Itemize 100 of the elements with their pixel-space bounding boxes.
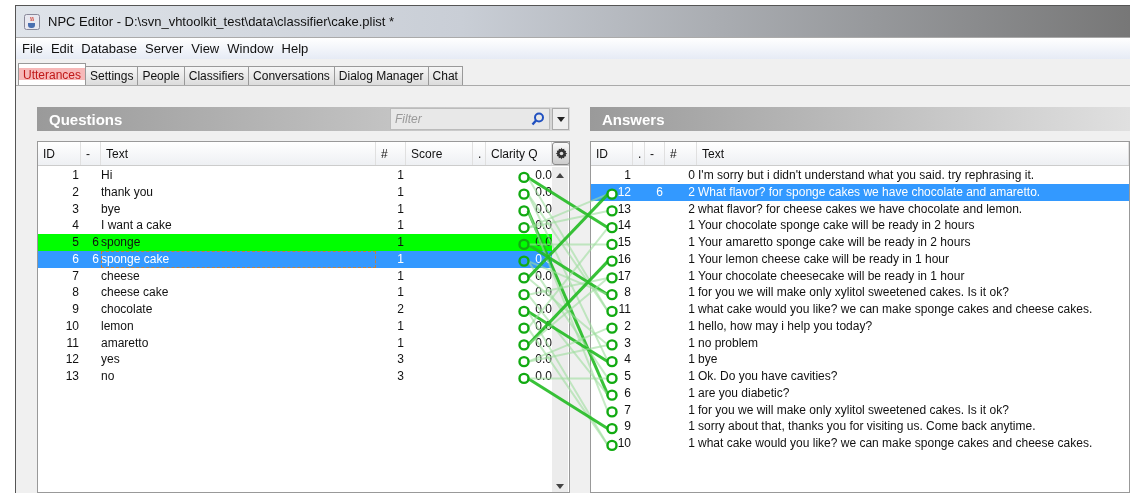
count-cell-text: 1 (687, 368, 696, 385)
clarity-cell-text: 0.0 (534, 351, 552, 368)
text-cell-text: lemon (101, 317, 135, 335)
column-header[interactable]: ID (38, 142, 81, 165)
id-cell-text: 11 (617, 301, 632, 318)
id-cell-text: 17 (616, 267, 632, 285)
answer-row[interactable]: 6 1 are you diabetic? (591, 384, 1129, 402)
text-cell-text: Ok. Do you have cavities? (697, 368, 839, 385)
text-cell-text: amaretto (101, 334, 150, 352)
menu-item[interactable]: Window (223, 41, 278, 56)
count-cell-text: 1 (687, 435, 696, 452)
question-row[interactable]: 7 cheese 1 0.0 (38, 267, 552, 285)
question-row[interactable]: 1 Hi 1 0.0 (38, 167, 552, 184)
menu-item[interactable]: Edit (46, 41, 78, 56)
count-cell-text: 1 (687, 334, 696, 352)
text-cell-text: thank you (101, 183, 155, 201)
count-cell-text: 3 (396, 351, 405, 368)
question-row[interactable]: 5 6 sponge 1 0.0 (38, 234, 552, 251)
menu-item[interactable]: View (187, 41, 224, 56)
answer-row[interactable]: 11 1 what cake would you like? we can make sponge cakes and cheese cakes. (591, 301, 1129, 318)
answer-row[interactable]: 13 2 what flavor? for cheese cakes we have chocolate and lemon. (591, 200, 1129, 218)
tab[interactable]: Conversations (248, 66, 335, 85)
column-header[interactable]: # (376, 142, 406, 165)
answer-row[interactable]: 9 1 sorry about that, thanks you for visiting us. Come back anytime. (591, 418, 1129, 435)
id-cell-text: 5 (71, 234, 80, 251)
count-cell-text: 1 (396, 217, 405, 234)
column-header[interactable]: . (633, 142, 645, 165)
text-cell-text: sorry about that, thanks you for visiting us. Come back anytime. (697, 418, 1037, 435)
count-cell-text: 1 (687, 267, 696, 285)
question-row[interactable]: 12 yes 3 0.0 (38, 351, 552, 368)
id-cell-text: 14 (616, 217, 632, 234)
id-cell-text: 3 (71, 200, 80, 218)
filter-field[interactable]: Filter (390, 108, 550, 130)
question-row[interactable]: 13 no 3 0.0 (38, 368, 552, 385)
clarity-cell-text: 0.0 (534, 301, 552, 318)
clarity-cell-text: 0.0 (534, 200, 552, 218)
tab[interactable]: Chat (427, 66, 463, 85)
menu-item[interactable]: File (18, 41, 47, 56)
tab[interactable]: People (137, 66, 185, 85)
count-cell-text: 1 (687, 384, 696, 402)
answer-row[interactable]: 2 1 hello, how may i help you today? (591, 317, 1129, 335)
column-header[interactable]: - (81, 142, 101, 165)
count-cell-text: 1 (687, 418, 696, 435)
answer-row[interactable]: 17 1 Your chocolate cheesecake will be ready in 1 hour (591, 267, 1129, 285)
clarity-cell-text: 0.0 (534, 368, 552, 385)
text-cell-text: no (101, 368, 116, 385)
menu-item[interactable]: Database (77, 41, 141, 56)
question-row[interactable]: 9 chocolate 2 0.0 (38, 301, 552, 318)
question-row[interactable]: 4 I want a cake 1 0.0 (38, 217, 552, 234)
column-header[interactable]: Text (101, 142, 376, 165)
text-cell-text: bye (101, 200, 122, 218)
menu-item[interactable]: Server (141, 41, 188, 56)
count-cell-text: 1 (687, 217, 696, 234)
answer-row[interactable]: 10 1 what cake would you like? we can make sponge cakes and cheese cakes. (591, 435, 1129, 452)
text-cell-text: cheese cake (101, 284, 170, 301)
column-header[interactable]: . (473, 142, 486, 165)
count-cell-text: 1 (396, 183, 405, 201)
tab[interactable]: Dialog Manager (333, 66, 429, 85)
answer-row[interactable]: 15 1 Your amaretto sponge cake will be ready in 2 hours (591, 234, 1129, 251)
text-cell-text: Your chocolate sponge cake will be ready in 2 hours (697, 217, 976, 234)
answer-row[interactable]: 16 1 Your lemon cheese cake will be ready in 1 hour (591, 250, 1129, 268)
answer-row[interactable]: 14 1 Your chocolate sponge cake will be ready in 2 hours (591, 217, 1129, 234)
count-cell-text: 1 (687, 351, 696, 368)
id-cell-text: 8 (71, 284, 80, 301)
text-cell-text: cheese (101, 267, 141, 285)
count-cell-text: 1 (687, 301, 696, 318)
text-cell-text: are you diabetic? (697, 384, 791, 402)
answer-row[interactable]: 4 1 bye (591, 351, 1129, 368)
id-cell-text: 5 (623, 368, 632, 385)
clarity-cell-text: 0.0 (534, 334, 552, 352)
tab[interactable]: Settings (85, 66, 139, 85)
column-header[interactable]: - (645, 142, 665, 165)
question-row[interactable]: 3 bye 1 0.0 (38, 200, 552, 218)
text-cell-text: chocolate (101, 301, 154, 318)
text-cell-text: bye (697, 351, 719, 368)
text-cell-text: hello, how may i help you today? (697, 317, 874, 335)
answer-row[interactable]: 1 0 I'm sorry but i didn't understand what you said. try rephrasing it. (591, 167, 1129, 184)
question-row[interactable]: 8 cheese cake 1 0.0 (38, 284, 552, 301)
answer-row[interactable]: 5 1 Ok. Do you have cavities? (591, 368, 1129, 385)
column-header[interactable]: # (665, 142, 697, 165)
settings-button[interactable] (552, 142, 570, 165)
answer-row[interactable]: 3 1 no problem (591, 334, 1129, 352)
count-cell-text: 2 (687, 200, 696, 218)
tab[interactable]: Classifiers (183, 66, 250, 85)
id-cell-text: 15 (616, 234, 632, 251)
count-cell-text: 1 (687, 317, 696, 335)
column-header[interactable]: ID (591, 142, 633, 165)
answer-row[interactable]: 8 1 for you we will make only xylitol sweetened cakes. Is it ok? (591, 284, 1129, 301)
tab[interactable]: Utterances (18, 63, 87, 85)
count-cell-text: 1 (396, 200, 405, 218)
question-row[interactable]: 11 amaretto 1 0.0 (38, 334, 552, 352)
column-header[interactable]: Text (697, 142, 1129, 165)
answer-row[interactable]: 7 1 for you we will make only xylitol sweetened cakes. Is it ok? (591, 401, 1129, 419)
dropdown-button[interactable] (552, 108, 569, 130)
text-cell-text: Hi (101, 167, 114, 184)
menu-item[interactable]: Help (277, 41, 313, 56)
question-row[interactable]: 2 thank you 1 0.0 (38, 183, 552, 201)
id-cell-text: 2 (71, 183, 80, 201)
scrollbar[interactable] (552, 167, 568, 492)
column-header[interactable]: Score (406, 142, 473, 165)
